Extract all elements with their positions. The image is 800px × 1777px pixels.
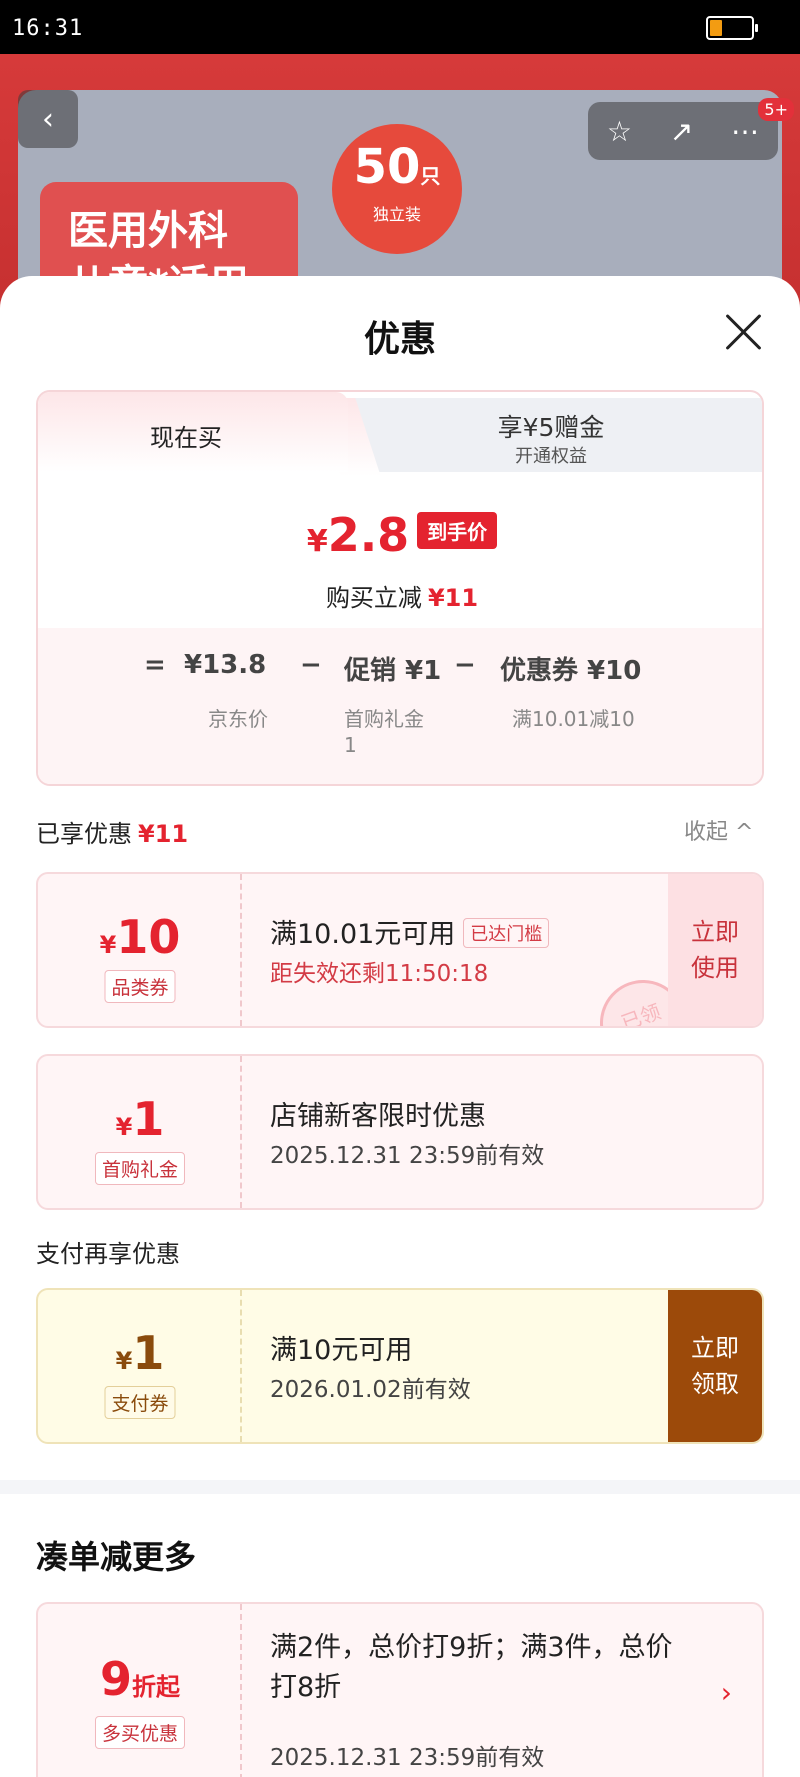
coupon-expiry: 2026.01.02前有效 xyxy=(270,1377,471,1403)
multi-discount-value: 9折起 xyxy=(99,1652,180,1706)
coupon-countdown: 距失效还剩11:50:18 xyxy=(270,961,489,987)
minus-sign: − xyxy=(300,650,322,680)
coupon-first-purchase: ¥1 首购礼金 店铺新客限时优惠 2025.12.31 23:59前有效 xyxy=(36,1054,764,1210)
coupon-value: ¥1 xyxy=(115,1326,165,1380)
discount-sheet: 优惠 享¥5赠金 开通权益 现在买 ¥2.8 到手价 购买立减 ¥11 = ¥13.… xyxy=(0,276,800,1777)
badge-line1: 医用外科 xyxy=(68,208,228,254)
coupon-type: 品类券 xyxy=(104,970,176,1003)
chevron-right-icon[interactable]: › xyxy=(721,1676,732,1709)
battery-icon xyxy=(706,16,758,40)
final-price: ¥2.8 到手价 xyxy=(38,508,762,562)
share-icon[interactable]: ↗ xyxy=(670,115,693,148)
enjoyed-text: 已享优惠 xyxy=(36,820,132,848)
enjoyed-amount: ¥11 xyxy=(138,820,189,848)
close-icon[interactable] xyxy=(724,312,764,352)
coupon-expiry: 2025.12.31 23:59前有效 xyxy=(270,1143,545,1169)
sheet-title: 优惠 xyxy=(363,319,436,360)
coupon-payment: ¥1 支付券 满10元可用 2026.01.02前有效 立即 领取 xyxy=(36,1288,764,1444)
coupon-value: ¥10 xyxy=(99,910,181,964)
price-value: 2.8 xyxy=(327,508,410,562)
price-tag: 到手价 xyxy=(417,512,498,549)
coupon-category: ¥10 品类券 满10.01元可用 已达门槛 距失效还剩11:50:18 已领 立… xyxy=(36,872,764,1028)
use-now-button[interactable]: 立即 使用 xyxy=(668,874,762,1026)
pack-count-badge: 50只 独立装 xyxy=(332,124,462,254)
multi-buy-offer[interactable]: 9折起 多买优惠 满2件，总价打9折；满3件，总价打8折 2025.12.31 … xyxy=(36,1602,764,1777)
star-icon[interactable]: ☆ xyxy=(607,115,632,148)
tab-bonus[interactable]: 享¥5赠金 开通权益 xyxy=(334,398,762,472)
pack-note: 独立装 xyxy=(372,205,421,224)
threshold-tag: 已达门槛 xyxy=(463,918,550,948)
more-discount-title: 凑单减更多 xyxy=(36,1538,197,1576)
tab-bonus-label: 享¥5赠金 xyxy=(497,413,605,442)
reduce-amount: ¥11 xyxy=(427,584,479,612)
product-background: ‹ ☆ ↗ ⋯ 5+ 50只 独立装 医用外科 儿童*适用 xyxy=(0,54,800,314)
jd-price-label: 京东价 xyxy=(208,707,268,731)
enjoyed-label: 已享优惠 ¥11 xyxy=(36,814,188,849)
coupon-value: ¥1 xyxy=(115,1092,165,1146)
coupon-condition: 满10.01元可用 已达门槛 xyxy=(270,912,550,951)
top-actions: ☆ ↗ ⋯ xyxy=(588,102,778,160)
notification-badge: 5+ xyxy=(758,98,794,121)
reduce-label: 购买立减 xyxy=(325,584,422,612)
tab-buy-now[interactable]: 现在买 xyxy=(38,392,348,472)
collapse-button[interactable]: 收起 ^ xyxy=(684,814,753,846)
tab-buy-now-label: 现在买 xyxy=(150,424,222,452)
status-time: 16:31 xyxy=(12,16,84,41)
claim-now-button[interactable]: 立即 领取 xyxy=(668,1290,762,1442)
back-button[interactable]: ‹ xyxy=(18,90,78,148)
coupon-condition: 满10元可用 xyxy=(270,1335,413,1366)
promo-label: 首购礼金 xyxy=(344,707,424,731)
minus-sign: − xyxy=(454,650,476,680)
price-breakdown: = ¥13.8 − 促销 ¥1 − 优惠券 ¥10 京东价 首购礼金 1 满10… xyxy=(38,628,762,784)
more-icon[interactable]: ⋯ xyxy=(731,115,759,148)
offer-expiry: 2025.12.31 23:59前有效 xyxy=(270,1745,545,1771)
status-bar: 16:31 xyxy=(0,0,800,54)
coupon-label: 满10.01减10 xyxy=(512,707,635,731)
section-divider xyxy=(0,1480,800,1494)
price-card: 享¥5赠金 开通权益 现在买 ¥2.8 到手价 购买立减 ¥11 = ¥13.8 −… xyxy=(36,390,764,786)
equals-sign: = xyxy=(144,650,166,680)
coupon-type: 首购礼金 xyxy=(94,1152,186,1185)
pack-unit: 只 xyxy=(420,164,441,188)
pay-section-label: 支付再享优惠 xyxy=(36,1240,180,1268)
offer-condition: 满2件，总价打9折；满3件，总价打8折 xyxy=(270,1632,673,1703)
jd-price: ¥13.8 xyxy=(184,650,267,680)
pack-count: 50 xyxy=(353,139,421,195)
offer-type: 多买优惠 xyxy=(94,1716,186,1749)
reduce-line: 购买立减 ¥11 xyxy=(38,578,762,613)
tab-bonus-sub: 开通权益 xyxy=(515,446,587,467)
coupon-type: 支付券 xyxy=(104,1386,176,1419)
promo-label-2: 1 xyxy=(344,733,357,757)
price-currency: ¥ xyxy=(306,524,328,559)
promo-amount: 促销 ¥1 xyxy=(344,656,442,686)
coupon-condition: 店铺新客限时优惠 xyxy=(270,1101,486,1132)
coupon-amount: 优惠券 ¥10 xyxy=(500,656,642,686)
